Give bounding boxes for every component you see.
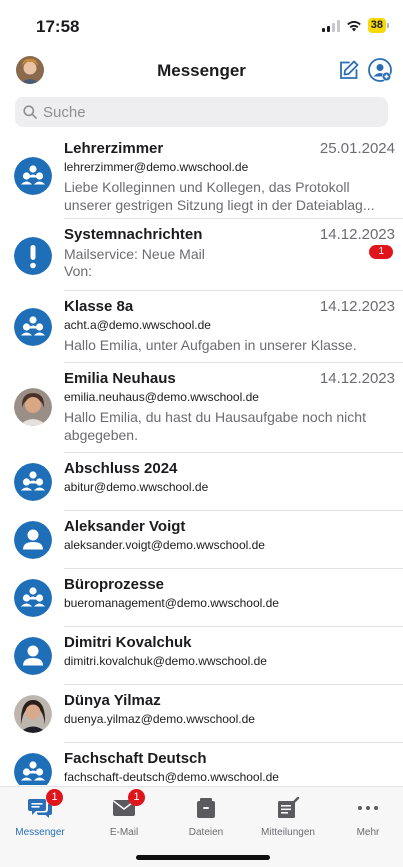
tab-label: Dateien	[188, 827, 224, 838]
conversation-row[interactable]: Lehrerzimmer 25.01.2024 lehrerzimmer@dem…	[14, 133, 403, 219]
conversation-email: emilia.neuhaus@demo.wwschool.de	[64, 390, 259, 404]
tab-files[interactable]: Dateien	[166, 795, 246, 838]
conversation-preview: Mailservice: Neue Mail	[64, 246, 205, 262]
conversation-name: Klasse 8a	[64, 298, 134, 315]
conversation-name: Abschluss 2024	[64, 460, 178, 477]
tab-label: Mehr	[356, 827, 380, 838]
conversation-preview: Hallo Emilia, unter Aufgaben in unserer …	[64, 337, 357, 353]
add-contact-icon[interactable]	[367, 57, 393, 83]
conversation-date: 14.12.2023	[319, 298, 395, 315]
nav-bar: Messenger	[0, 52, 403, 92]
home-indicator	[136, 855, 270, 860]
conversation-row[interactable]: Systemnachrichten 14.12.2023 Mailservice…	[14, 219, 403, 291]
group-icon	[14, 579, 52, 617]
wifi-icon	[346, 20, 361, 31]
conversation-name: Dünya Yilmaz	[64, 692, 161, 709]
conversation-name: Fachschaft Deutsch	[64, 750, 207, 767]
email-badge: 1	[128, 789, 145, 806]
conversation-date: 25.01.2024	[319, 140, 395, 157]
tab-messenger[interactable]: 1 Messenger	[0, 789, 80, 838]
cellular-signal-icon	[321, 19, 340, 32]
tab-label: Mitteilungen	[261, 827, 315, 838]
battery-level: 38	[367, 18, 386, 33]
conversation-preview: Hallo Emilia, du hast du Hausaufgabe noc…	[64, 409, 366, 443]
conversation-row[interactable]: Dünya Yilmaz duenya.yilmaz@demo.wwschool…	[14, 685, 403, 743]
battery-icon: 38	[367, 18, 389, 33]
conversation-email: duenya.yilmaz@demo.wwschool.de	[64, 712, 255, 726]
files-icon	[197, 798, 215, 818]
search-input[interactable]	[43, 103, 363, 121]
tab-label: E-Mail	[109, 827, 139, 838]
conversation-name: Systemnachrichten	[64, 226, 203, 243]
tab-bar: 1 Messenger 1 E-Mail Dateien Mitteilunge…	[0, 786, 403, 867]
conversation-date: 14.12.2023	[319, 226, 395, 243]
tab-email[interactable]: 1 E-Mail	[84, 789, 164, 838]
tab-label: Messenger	[15, 827, 65, 838]
conversation-email: fachschaft-deutsch@demo.wwschool.de	[64, 770, 279, 784]
conversation-date: 14.12.2023	[319, 370, 395, 387]
avatar	[14, 388, 52, 426]
person-icon	[14, 637, 52, 675]
messenger-badge: 1	[46, 789, 63, 806]
alert-icon	[14, 237, 52, 275]
status-bar: 17:58 38	[0, 0, 403, 52]
conversation-email: acht.a@demo.wwschool.de	[64, 318, 211, 332]
compose-icon[interactable]	[337, 58, 361, 82]
person-icon	[14, 521, 52, 559]
conversation-list: Lehrerzimmer 25.01.2024 lehrerzimmer@dem…	[0, 133, 403, 785]
group-icon	[14, 753, 52, 785]
tab-more[interactable]: Mehr	[328, 795, 403, 838]
conversation-row[interactable]: Fachschaft Deutsch fachschaft-deutsch@de…	[14, 743, 403, 785]
conversation-row[interactable]: Abschluss 2024 abitur@demo.wwschool.de	[14, 453, 403, 511]
conversation-name: Emilia Neuhaus	[64, 370, 176, 387]
conversation-email: dimitri.kovalchuk@demo.wwschool.de	[64, 654, 267, 668]
conversation-name: Aleksander Voigt	[64, 518, 186, 535]
conversation-email: aleksander.voigt@demo.wwschool.de	[64, 538, 265, 552]
conversation-name: Dimitri Kovalchuk	[64, 634, 192, 651]
group-icon	[14, 463, 52, 501]
conversation-row[interactable]: Büroprozesse bueromanagement@demo.wwscho…	[14, 569, 403, 627]
conversation-row[interactable]: Aleksander Voigt aleksander.voigt@demo.w…	[14, 511, 403, 569]
status-icons: 38	[321, 18, 389, 33]
status-time: 17:58	[36, 17, 80, 36]
search-bar[interactable]	[15, 97, 388, 127]
conversation-preview: Liebe Kolleginnen und Kollegen, das Prot…	[64, 179, 375, 213]
conversation-email: lehrerzimmer@demo.wwschool.de	[64, 160, 249, 174]
group-icon	[14, 157, 52, 195]
conversation-email: abitur@demo.wwschool.de	[64, 480, 209, 494]
avatar	[14, 695, 52, 733]
more-icon	[358, 806, 378, 810]
unread-badge: 1	[369, 245, 393, 259]
notices-icon	[278, 797, 300, 818]
conversation-row[interactable]: Klasse 8a 14.12.2023 acht.a@demo.wwschoo…	[14, 291, 403, 363]
conversation-name: Lehrerzimmer	[64, 140, 164, 157]
conversation-row[interactable]: Dimitri Kovalchuk dimitri.kovalchuk@demo…	[14, 627, 403, 685]
conversation-email: bueromanagement@demo.wwschool.de	[64, 596, 279, 610]
search-icon	[23, 105, 37, 119]
tab-notices[interactable]: Mitteilungen	[248, 795, 328, 838]
conversation-name: Büroprozesse	[64, 576, 165, 593]
conversation-preview-sender: Von:	[64, 263, 93, 279]
conversation-row[interactable]: Emilia Neuhaus 14.12.2023 emilia.neuhaus…	[14, 363, 403, 453]
group-icon	[14, 308, 52, 346]
